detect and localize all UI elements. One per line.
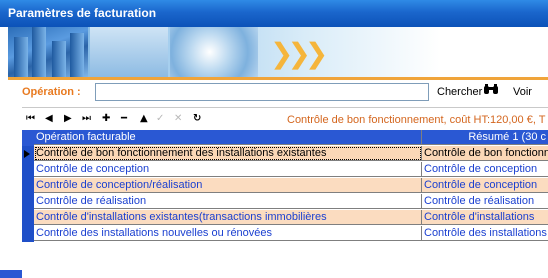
move-up-icon[interactable]: ▲ (140, 113, 148, 124)
add-record-icon[interactable]: ✚ (102, 113, 110, 124)
refresh-icon[interactable]: ↻ (193, 113, 201, 124)
row-indicator (22, 146, 34, 162)
building-shape (70, 33, 84, 77)
operation-search-bar: Opération : Chercher Voir (0, 80, 548, 106)
column-header-operation[interactable]: Opération facturable (34, 130, 422, 145)
cell-resume[interactable]: Contrôle de conception (422, 162, 548, 177)
row-indicator (22, 210, 34, 226)
cell-operation[interactable]: Contrôle de bon fonctionnement des insta… (34, 146, 422, 161)
corner-tab (0, 270, 22, 278)
delete-record-icon[interactable]: ━ (121, 113, 127, 124)
row-indicator (22, 226, 34, 242)
title-bar: Paramètres de facturation (0, 0, 548, 27)
table-row[interactable]: Contrôle de bon fonctionnement des insta… (22, 146, 548, 162)
cell-resume[interactable]: Contrôle d'installations (422, 210, 548, 225)
window-title: Paramètres de facturation (8, 6, 157, 20)
banner-bird-image (90, 27, 168, 77)
cell-operation[interactable]: Contrôle des installations nouvelles ou … (34, 226, 422, 241)
cell-operation[interactable]: Contrôle de conception/réalisation (34, 178, 422, 193)
header-banner: ❯❯❯ (8, 27, 548, 80)
table-row[interactable]: Contrôle des installations nouvelles ou … (22, 226, 548, 242)
next-record-icon[interactable]: ▶ (64, 113, 72, 124)
row-indicator (22, 162, 34, 178)
binoculars-icon[interactable] (484, 84, 498, 98)
cell-resume[interactable]: Contrôle de conception (422, 178, 548, 193)
banner-globe-image (170, 27, 258, 77)
last-record-icon[interactable]: ⏭ (82, 113, 91, 124)
voir-button-label[interactable]: Voir (513, 86, 532, 98)
cancel-edit-icon[interactable]: ✕ (174, 113, 182, 124)
cell-operation[interactable]: Contrôle de réalisation (34, 194, 422, 209)
banner-buildings-image (8, 27, 88, 77)
column-header-resume[interactable]: Résumé 1 (30 c (422, 130, 548, 145)
post-edit-icon[interactable]: ✓ (156, 113, 164, 124)
building-shape (14, 37, 28, 77)
row-indicator (22, 178, 34, 194)
operations-grid: Opération facturable Résumé 1 (30 c Cont… (22, 130, 548, 278)
row-indicator (22, 194, 34, 210)
cell-resume[interactable]: Contrôle de réalisation (422, 194, 548, 209)
selected-operation-info: Contrôle de bon fonctionnement, coût HT:… (287, 114, 546, 126)
divider (22, 107, 548, 108)
table-row[interactable]: Contrôle de réalisation Contrôle de réal… (22, 194, 548, 210)
row-indicator (22, 130, 34, 146)
operation-search-input[interactable] (95, 83, 429, 101)
table-row[interactable]: Contrôle de conception/réalisation Contr… (22, 178, 548, 194)
building-shape (52, 41, 66, 77)
table-row[interactable]: Contrôle de conception Contrôle de conce… (22, 162, 548, 178)
cell-operation[interactable]: Contrôle de conception (34, 162, 422, 177)
cell-resume[interactable]: Contrôle de bon fonctionn (422, 146, 548, 161)
grid-header-row: Opération facturable Résumé 1 (30 c (22, 130, 548, 146)
cell-operation[interactable]: Contrôle d'installations existantes(tran… (34, 210, 422, 225)
chevrons-graphic: ❯❯❯ (270, 37, 328, 70)
prev-record-icon[interactable]: ◀ (45, 113, 53, 124)
building-shape (32, 27, 46, 77)
search-button-label[interactable]: Chercher (437, 86, 482, 98)
table-row[interactable]: Contrôle d'installations existantes(tran… (22, 210, 548, 226)
operation-label: Opération : (22, 86, 81, 98)
first-record-icon[interactable]: ⏮ (26, 113, 35, 124)
cell-resume[interactable]: Contrôle des installations (422, 226, 548, 241)
